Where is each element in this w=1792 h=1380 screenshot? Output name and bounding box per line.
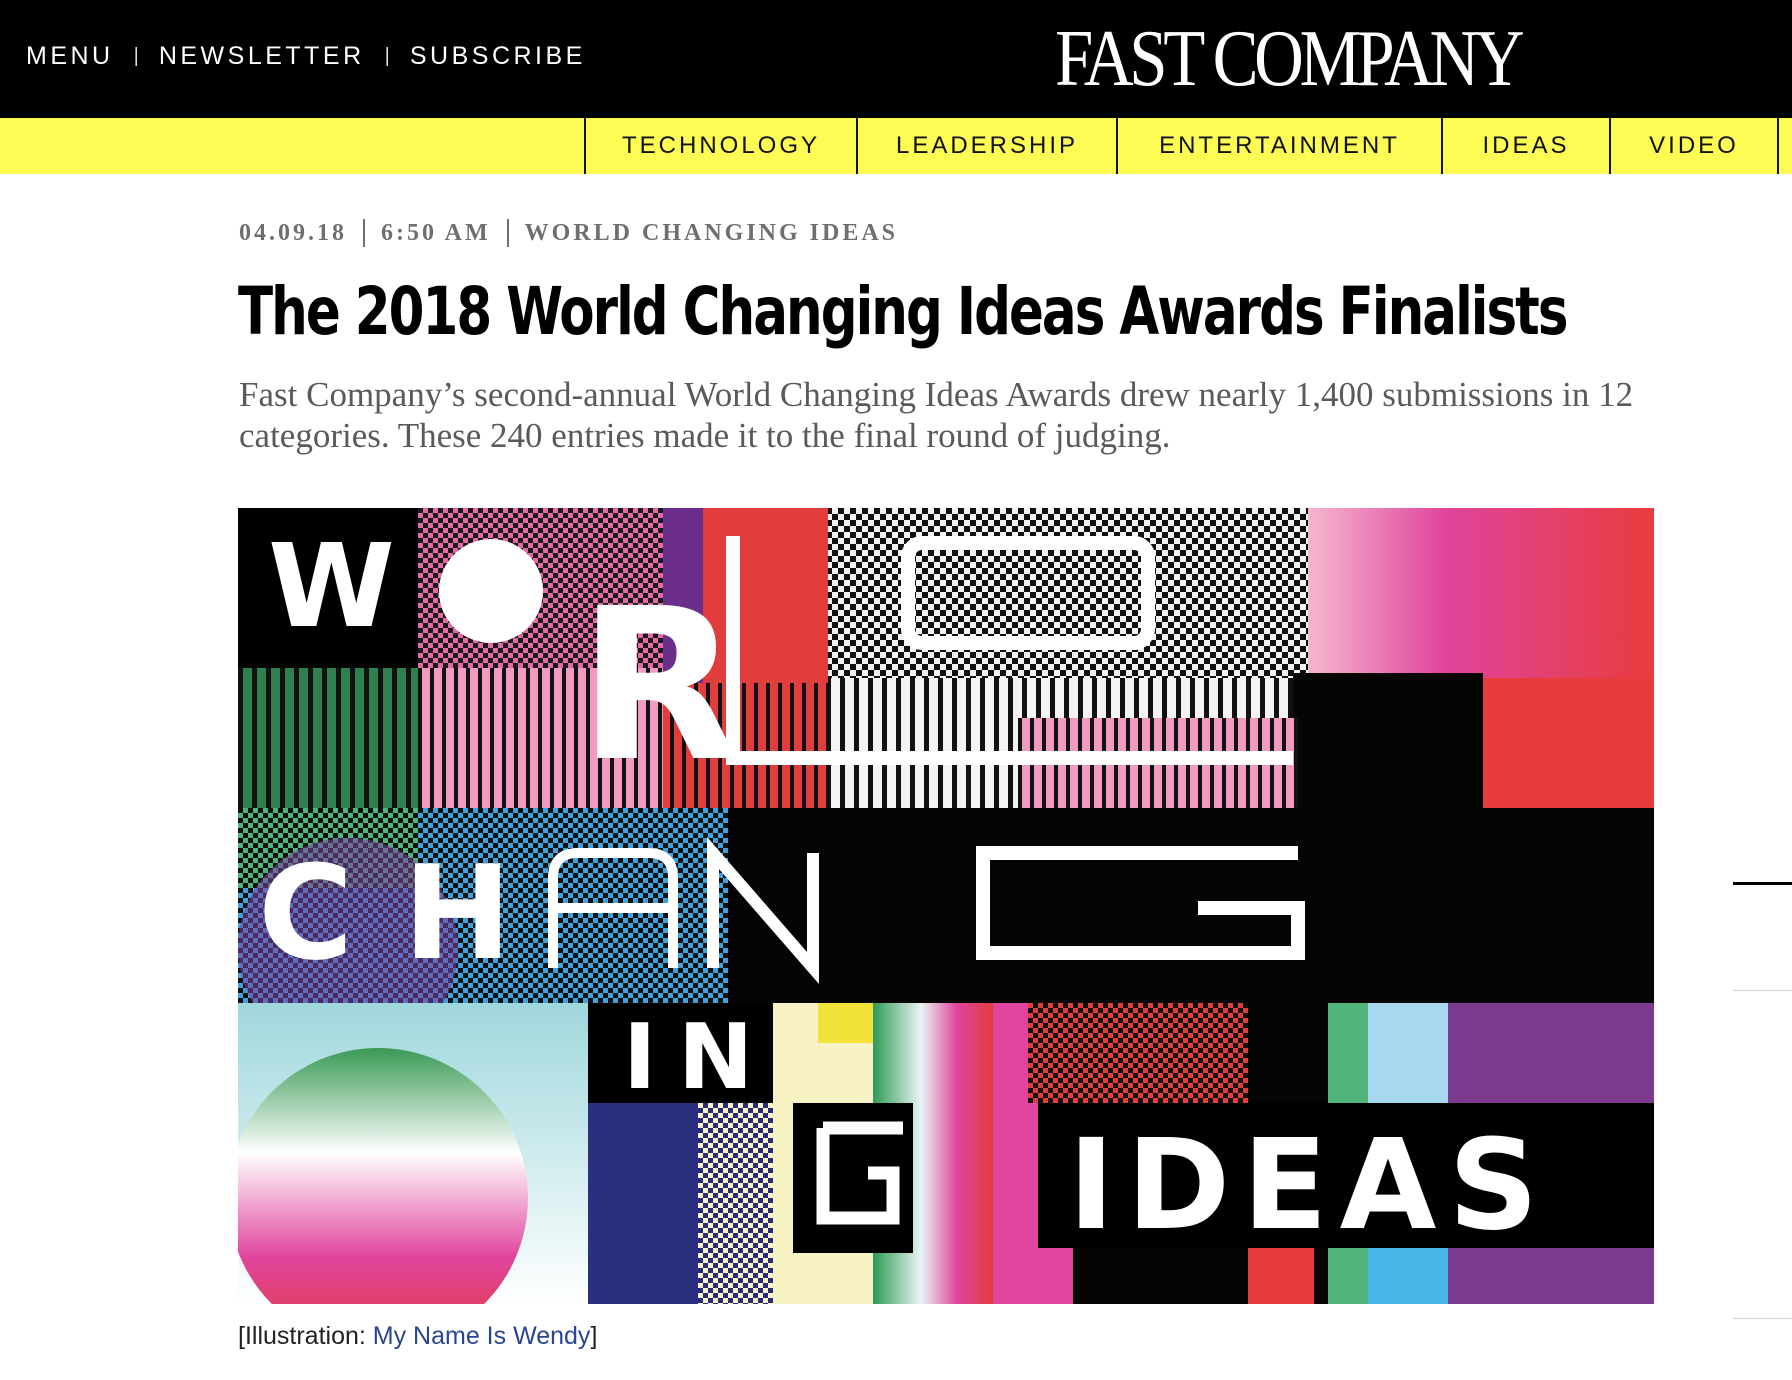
article-meta: 04.09.18 6:50 AM WORLD CHANGING IDEAS: [239, 218, 898, 248]
hero-letter-h: H: [403, 837, 512, 989]
nav-separator: |: [384, 44, 390, 67]
meta-divider: [363, 219, 365, 247]
article-category-link[interactable]: WORLD CHANGING IDEAS: [525, 220, 898, 247]
sidebar-rule: [1733, 882, 1792, 885]
hero-illustration: W R C H I N IDEAS: [238, 508, 1654, 1304]
nav-separator: |: [133, 44, 139, 67]
illustrator-credit-link[interactable]: My Name Is Wendy: [373, 1322, 591, 1350]
article-title: The 2018 World Changing Ideas Awards Fin…: [238, 273, 1568, 350]
section-tab-leadership[interactable]: LEADERSHIP: [856, 118, 1116, 174]
article-time: 6:50 AM: [381, 219, 491, 246]
hero-letter-i: I: [623, 1005, 657, 1110]
top-bar: MENU | NEWSLETTER | SUBSCRIBE FAST COMPA…: [0, 0, 1792, 118]
caption-suffix: ]: [590, 1322, 598, 1350]
section-nav: TECHNOLOGY LEADERSHIP ENTERTAINMENT IDEA…: [0, 118, 1792, 174]
section-tab-video[interactable]: VIDEO: [1609, 118, 1779, 174]
hero-letter-w: W: [268, 520, 395, 654]
hero-letter-c: C: [258, 837, 353, 989]
caption-prefix: [Illustration:: [238, 1322, 373, 1350]
sidebar-divider: [1733, 1318, 1792, 1319]
hero-letter-n2: N: [678, 1005, 753, 1110]
hero-letter-o: [439, 539, 543, 643]
fast-company-logo[interactable]: FAST COMPANY: [1055, 14, 1525, 104]
sidebar-divider: [1733, 990, 1792, 991]
newsletter-link[interactable]: NEWSLETTER: [159, 42, 365, 71]
article-dek: Fast Company’s second-annual World Chang…: [239, 375, 1634, 455]
hero-word-ideas: IDEAS: [1068, 1113, 1550, 1258]
top-nav: MENU | NEWSLETTER | SUBSCRIBE: [26, 38, 586, 74]
section-tab-ideas[interactable]: IDEAS: [1441, 118, 1609, 174]
section-tab-entertainment[interactable]: ENTERTAINMENT: [1116, 118, 1441, 174]
article-date: 04.09.18: [239, 219, 347, 246]
subscribe-link[interactable]: SUBSCRIBE: [410, 42, 586, 71]
meta-divider: [506, 219, 509, 247]
menu-link[interactable]: MENU: [26, 42, 114, 71]
section-tab-technology[interactable]: TECHNOLOGY: [584, 118, 856, 174]
image-caption: [Illustration: My Name Is Wendy]: [238, 1322, 597, 1351]
hero-letter-r: R: [578, 563, 740, 808]
